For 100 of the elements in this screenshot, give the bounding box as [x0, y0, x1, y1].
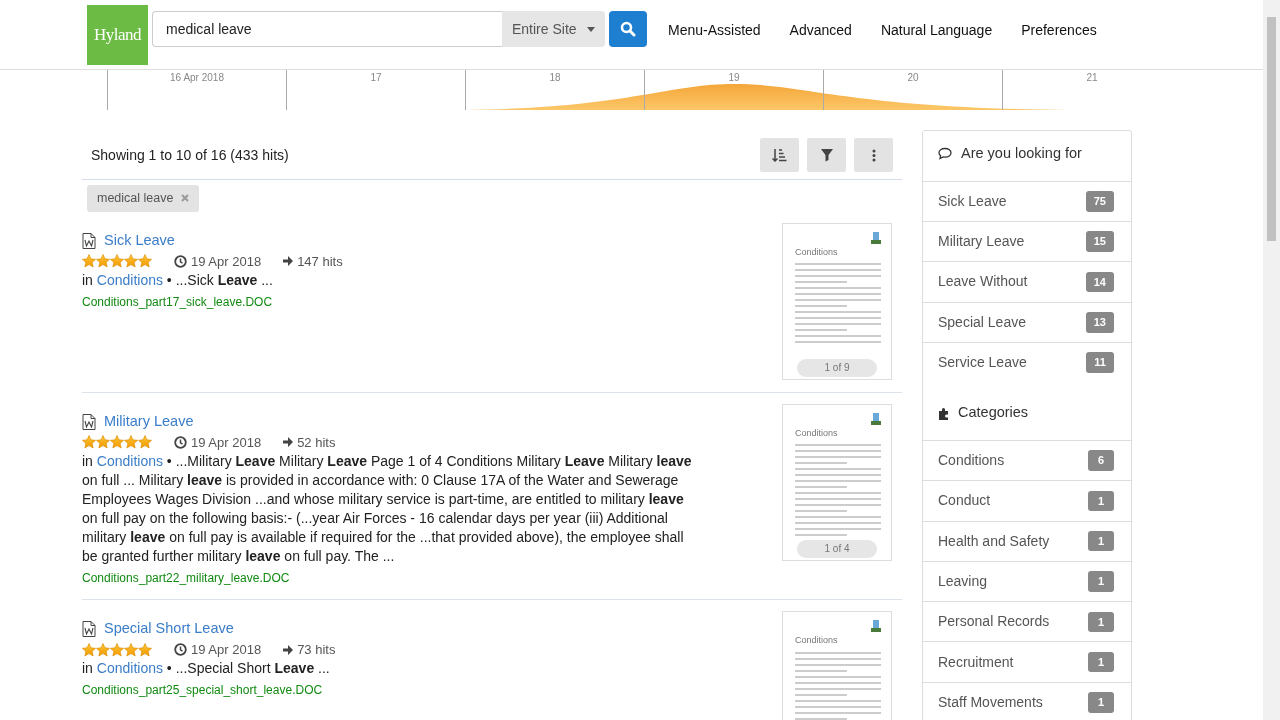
- facet-item[interactable]: Personal Records 1: [923, 601, 1131, 642]
- star-icon: [124, 254, 138, 269]
- result-filename: Conditions_part22_military_leave.DOC: [82, 570, 291, 587]
- document-icon: [82, 232, 96, 249]
- result-date: 19 Apr 2018: [191, 640, 262, 659]
- panel-heading: Are you looking for: [961, 144, 1082, 163]
- document-icon: [82, 620, 96, 637]
- result-hits: 147 hits: [297, 252, 343, 271]
- page-indicator: 1 of 9: [797, 358, 877, 377]
- facet-item[interactable]: Leave Without 14: [923, 261, 1131, 302]
- timeline-label: 16 Apr 2018: [170, 72, 224, 83]
- facet-item[interactable]: Leaving 1: [923, 560, 1131, 602]
- preview-title: Conditions: [795, 634, 839, 647]
- timeline-label: 21: [1086, 72, 1098, 83]
- clock-icon: [174, 643, 187, 656]
- facet-item[interactable]: Sick Leave 75: [923, 180, 1131, 222]
- preview-title: Conditions: [795, 426, 839, 440]
- category-link[interactable]: Conditions: [96, 660, 163, 677]
- count-badge: 1: [1088, 530, 1114, 552]
- search-icon: [620, 21, 636, 37]
- scrollbar-thumb[interactable]: [1267, 17, 1276, 241]
- facet-item[interactable]: Health and Safety 1: [923, 520, 1131, 561]
- facet-item[interactable]: Conditions 6: [923, 440, 1131, 481]
- arrow-icon: [283, 437, 294, 448]
- nav-link[interactable]: Menu-Assisted: [668, 20, 761, 41]
- star-icon: [82, 642, 96, 657]
- result-snippet: in Conditions • ...Military Leave Military Leave Page 1 of 4 Conditions Military Leave Military leave on full ... Military leave is provided in accordance with: 0 Clause 17A of the Water and Sewerage Employees Wages Division ...and whose military service is part-time, are entitled to military leave on full pay on the following basis:- (...year Air Forces - 16 calendar days per year (iii) Additional military leave on full pay is available if required for the ...that provided above), the employee shall be granted further military leave on full pay. The ...: [82, 452, 693, 566]
- sort-icon: [772, 148, 787, 162]
- arrow-icon: [283, 644, 294, 655]
- result-title-link[interactable]: Sick Leave: [104, 229, 175, 252]
- star-icon: [96, 254, 110, 269]
- facet-item[interactable]: Staff Movements 1: [923, 681, 1131, 720]
- remove-icon: [181, 194, 190, 203]
- page-indicator: 1 of 4: [797, 539, 877, 558]
- count-badge: 6: [1088, 450, 1114, 471]
- scope-dropdown[interactable]: Entire Site: [502, 11, 605, 47]
- document-icon: [82, 413, 96, 430]
- timeline-label: 18: [549, 72, 561, 83]
- filter-button[interactable]: [807, 138, 846, 172]
- count-badge: 14: [1085, 271, 1114, 293]
- result-hits: 73 hits: [297, 640, 336, 659]
- star-icon: [138, 642, 152, 657]
- timeline-label: 19: [728, 72, 740, 83]
- star-icon: [124, 642, 138, 657]
- timeline-label: 17: [370, 72, 382, 83]
- search-field[interactable]: medical leave: [152, 11, 502, 47]
- facet-item[interactable]: Recruitment 1: [923, 641, 1131, 682]
- nav-link[interactable]: Advanced: [789, 20, 852, 41]
- document-preview[interactable]: Conditions 1 of 9: [782, 222, 892, 380]
- count-badge: 1: [1088, 611, 1114, 633]
- document-preview[interactable]: Conditions 1 of 4: [782, 403, 892, 561]
- sort-button[interactable]: [760, 138, 799, 172]
- timeline-label: 20: [907, 72, 919, 83]
- count-badge: 1: [1088, 571, 1114, 592]
- star-icon: [110, 435, 124, 450]
- clock-icon: [174, 435, 187, 449]
- star-icon: [110, 254, 124, 269]
- count-badge: 1: [1088, 651, 1114, 673]
- result-filename: Conditions_part17_sick_leave.DOC: [82, 294, 274, 311]
- category-link[interactable]: Conditions: [96, 272, 163, 288]
- filter-tag[interactable]: medical leave: [87, 185, 200, 212]
- star-icon: [82, 435, 96, 450]
- result-date: 19 Apr 2018: [191, 252, 262, 271]
- star-icon: [110, 642, 124, 657]
- category-link[interactable]: Conditions: [96, 453, 163, 469]
- count-badge: 15: [1085, 231, 1114, 252]
- facet-item[interactable]: Special Leave 13: [923, 301, 1131, 342]
- result-title-link[interactable]: Special Short Leave: [104, 618, 234, 640]
- star-icon: [82, 254, 96, 269]
- search-button[interactable]: [609, 11, 647, 47]
- result-filename: Conditions_part25_special_short_leave.DOC: [82, 682, 324, 700]
- filter-icon: [820, 148, 833, 162]
- result-date: 19 Apr 2018: [191, 433, 262, 452]
- puzzle-icon: [938, 406, 950, 421]
- facet-item[interactable]: Military Leave 15: [923, 221, 1131, 262]
- count-badge: 1: [1088, 490, 1114, 512]
- count-badge: 75: [1085, 191, 1114, 212]
- result-snippet: in Conditions • ...Sick Leave ...: [82, 271, 274, 290]
- result-hits: 52 hits: [297, 433, 336, 452]
- nav-link[interactable]: Preferences: [1021, 20, 1097, 41]
- document-preview[interactable]: Conditions: [782, 611, 892, 720]
- count-badge: 13: [1085, 312, 1114, 333]
- star-icon: [124, 435, 138, 450]
- scrollbar[interactable]: [1263, 0, 1280, 720]
- more-icon: [871, 148, 876, 162]
- caret-icon: [587, 26, 595, 32]
- star-icon: [96, 435, 110, 450]
- facet-item[interactable]: Service Leave 11: [923, 341, 1131, 383]
- facet-item[interactable]: Conduct 1: [923, 480, 1131, 521]
- count-badge: 11: [1086, 352, 1114, 373]
- star-icon: [138, 254, 152, 269]
- preview-title: Conditions: [795, 245, 839, 259]
- nav-link[interactable]: Natural Language: [880, 20, 993, 41]
- result-title-link[interactable]: Military Leave: [104, 410, 194, 433]
- results-summary: Showing 1 to 10 of 16 (433 hits): [91, 145, 289, 165]
- panel-heading: Categories: [958, 403, 1029, 423]
- logo-icon: [871, 412, 881, 425]
- star-icon: [96, 642, 110, 657]
- star-icon: [138, 435, 152, 450]
- logo-icon: [871, 620, 881, 632]
